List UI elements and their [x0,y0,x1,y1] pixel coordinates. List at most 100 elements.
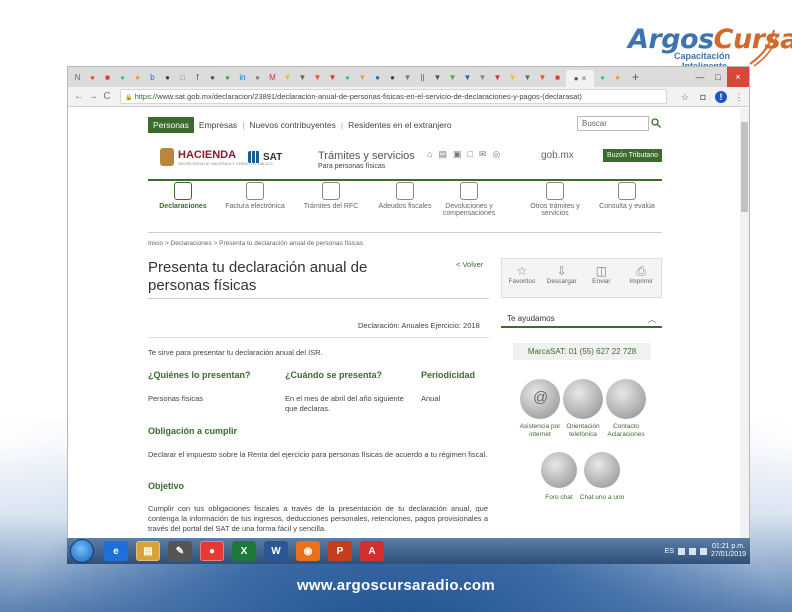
browser-tab[interactable]: ● [341,71,354,84]
ie-icon[interactable]: e [104,541,128,561]
browser-tab[interactable]: ■ [551,71,564,84]
contact-icon[interactable] [606,379,646,419]
category-item[interactable]: Consulta y evalúa [592,182,662,210]
tool-button[interactable]: ◫ Enviar [582,259,622,297]
bookmark-star-icon[interactable]: ☆ [679,91,691,103]
browser-tab[interactable]: ▼ [311,71,324,84]
calendar-icon[interactable]: ▤ [438,149,447,160]
browser-tab[interactable]: ▼ [521,71,534,84]
search-icon[interactable] [651,118,661,128]
explorer-icon[interactable]: ▤ [136,541,160,561]
close-button[interactable]: × [727,67,749,87]
browser-tab[interactable]: || [416,71,429,84]
minimize-button[interactable]: — [691,67,709,87]
forward-button[interactable]: → [86,91,100,102]
browser-tab[interactable]: ▼ [461,71,474,84]
tool-button[interactable]: ⎙ Imprimir [621,259,661,297]
grid-icon[interactable]: ▣ [453,149,462,160]
browser-tab[interactable]: ▼ [281,71,294,84]
nav-nuevos-contribuyentes[interactable]: Nuevos contribuyentes [244,117,340,133]
nav-residentes-extranjero[interactable]: Residentes en el extranjero [343,117,456,133]
browser-tab[interactable]: ▼ [476,71,489,84]
chat-icon[interactable] [584,452,620,488]
powerpoint-icon[interactable]: P [328,541,352,561]
browser-tab[interactable]: ▼ [431,71,444,84]
browser-tab[interactable]: f [191,71,204,84]
browser-tab[interactable]: ● [251,71,264,84]
maximize-button[interactable]: □ [709,67,727,87]
browser-tab[interactable]: ▼ [296,71,309,84]
breadcrumb[interactable]: Inicio > Declaraciones > Presenta tu dec… [148,240,363,247]
new-tab-button[interactable]: + [629,70,642,84]
browser-tab[interactable]: ● [596,71,609,84]
tool-button[interactable]: ⇩ Descargar [542,259,582,297]
firefox-icon[interactable]: ◉ [296,541,320,561]
collapse-chevron-icon[interactable]: ︿ [648,314,656,325]
browser-tab[interactable]: ● [206,71,219,84]
category-item[interactable]: Devoluciones y compensaciones [434,182,504,217]
clock[interactable]: 01:21 p.m. 27/01/2019 [711,543,746,559]
volume-icon[interactable] [699,547,707,555]
browser-tab[interactable]: in [236,71,249,84]
category-item[interactable]: Declaraciones [148,182,218,210]
browser-tab[interactable]: ■ [101,71,114,84]
buzon-tributario-button[interactable]: Buzón Tributario [603,149,662,162]
nav-empresas[interactable]: Empresas [194,117,242,133]
acrobat-icon[interactable]: A [360,541,384,561]
chrome-icon[interactable]: ● [200,541,224,561]
browser-tab[interactable]: ▼ [356,71,369,84]
forum-chat-icon[interactable] [541,452,577,488]
home-icon[interactable]: ⌂ [427,149,432,160]
browser-tab[interactable]: ● [161,71,174,84]
tool-icon[interactable]: ✎ [168,541,192,561]
browser-tab[interactable]: ▼ [536,71,549,84]
browser-tab[interactable]: ▼ [326,71,339,84]
browser-tab[interactable]: ▼ [446,71,459,84]
category-item[interactable]: Trámites del RFC [296,182,366,210]
browser-tab[interactable]: ● [221,71,234,84]
location-icon[interactable]: ◎ [492,149,500,160]
browser-tab[interactable]: □ [176,71,189,84]
help-label-contacto[interactable]: Contacto Aclaraciones [601,423,651,439]
word-icon[interactable]: W [264,541,288,561]
scrollbar-thumb[interactable] [741,122,748,212]
browser-tab[interactable]: ▼ [491,71,504,84]
category-item[interactable]: Otros trámites y servicios [520,182,590,217]
browser-tab[interactable]: ● [611,71,624,84]
reload-button[interactable]: C [100,91,114,102]
tool-button[interactable]: ☆ Favoritos [502,259,542,297]
browser-menu-icon[interactable]: ⋮ [733,91,745,103]
browser-tab[interactable]: M [266,71,279,84]
internet-assistance-icon[interactable] [520,379,560,419]
start-button[interactable] [70,539,94,563]
tray-icon[interactable] [688,547,696,555]
back-link[interactable]: < Volver [456,260,483,269]
sat-logo[interactable]: SAT [248,151,282,163]
browser-tab[interactable]: b [146,71,159,84]
browser-tab[interactable]: ● [86,71,99,84]
gobmx-link[interactable]: gob.mx [541,150,574,161]
help-label-chat[interactable]: Chat uno a uno [577,494,627,502]
language-indicator[interactable]: ES [665,548,674,555]
excel-icon[interactable]: X [232,541,256,561]
te-ayudamos-header[interactable]: Te ayudamos ︿ [501,314,662,328]
category-item[interactable]: Factura electrónica [220,182,290,210]
browser-tab[interactable]: ● [131,71,144,84]
browser-tab[interactable]: ▼ [401,71,414,84]
browser-tab[interactable]: ● [116,71,129,84]
nav-personas[interactable]: Personas [148,117,194,133]
browser-tab[interactable]: ● [371,71,384,84]
extension-icon[interactable]: ◘ [697,91,709,103]
mail-icon[interactable]: ✉ [479,149,487,160]
search-input[interactable]: Buscar [577,116,649,131]
browser-tab[interactable]: ▼ [506,71,519,84]
tab-close-icon[interactable]: × [582,74,587,83]
page-scrollbar[interactable] [740,108,749,544]
extension-alert-icon[interactable]: ! [715,90,727,103]
back-button[interactable]: ← [72,91,86,102]
document-icon[interactable]: □ [467,149,472,160]
browser-tab[interactable]: ● [386,71,399,84]
browser-tab[interactable]: N [71,71,84,84]
phone-orientation-icon[interactable] [563,379,603,419]
url-input[interactable]: 🔒 https://www.sat.gob.mx/declaracion/238… [120,89,667,104]
